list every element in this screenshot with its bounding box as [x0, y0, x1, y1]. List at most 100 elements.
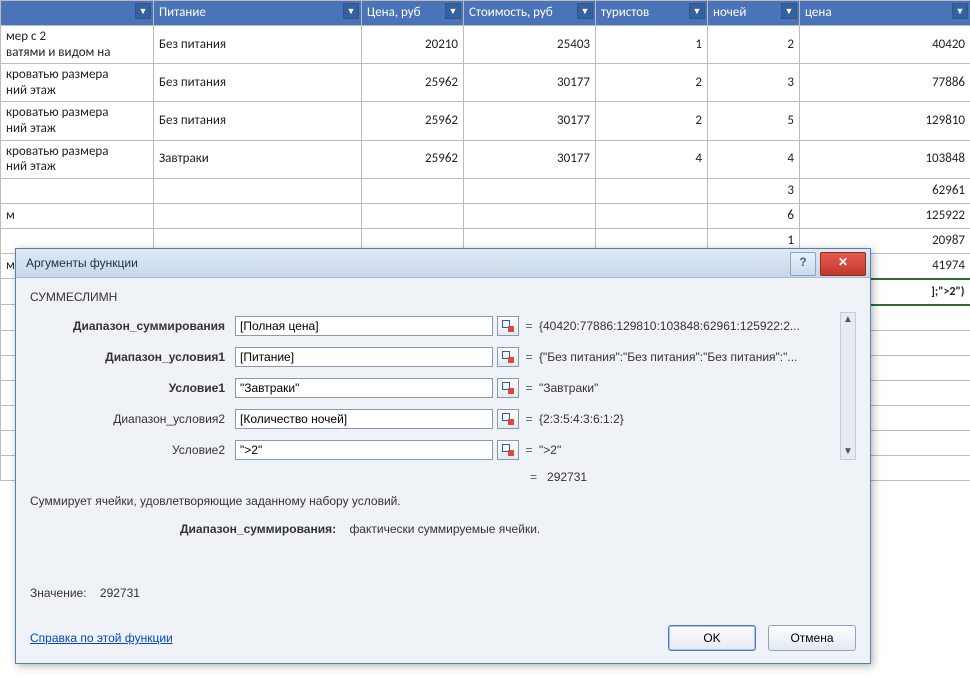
value-label: Значение: [30, 586, 87, 600]
cell[interactable]: 20210 [362, 26, 464, 64]
table-row[interactable]: кроватью размераний этажБез питания25962… [1, 102, 970, 140]
table-row[interactable]: мер с 2ватями и видом наБез питания20210… [1, 26, 970, 64]
table-row[interactable]: кроватью размераний этажЗавтраки25962301… [1, 140, 970, 178]
cell[interactable]: 30177 [464, 64, 596, 102]
header-label: ночей [713, 5, 746, 20]
arg-row: Условие1="Завтраки" [30, 374, 856, 402]
table-row[interactable]: кроватью размераний этажБез питания25962… [1, 64, 970, 102]
arg-eq: = [519, 443, 539, 457]
cell[interactable] [464, 178, 596, 203]
cell[interactable] [362, 203, 464, 228]
range-select-icon [502, 320, 514, 332]
scroll-up-icon[interactable]: ▲ [843, 313, 853, 327]
cell[interactable]: Завтраки [154, 140, 362, 178]
filter-dropdown-icon[interactable]: ▼ [343, 3, 359, 19]
range-select-icon [502, 382, 514, 394]
range-select-button[interactable] [497, 347, 519, 367]
cell[interactable]: 2 [596, 102, 708, 140]
arg-input[interactable] [235, 440, 493, 460]
cell[interactable]: кроватью размераний этаж [1, 64, 154, 102]
header-col1[interactable]: Питание▼ [154, 1, 362, 26]
cell[interactable]: 5 [708, 102, 800, 140]
header-col4[interactable]: туристов▼ [596, 1, 708, 26]
cell[interactable]: 125922 [800, 203, 970, 228]
header-col0[interactable]: ▼ [1, 1, 154, 26]
cell[interactable]: 6 [708, 203, 800, 228]
arg-input[interactable] [235, 316, 493, 336]
arg-result: {2:3:5:4:3:6:1:2} [539, 412, 856, 426]
cell[interactable]: 30177 [464, 140, 596, 178]
range-select-button[interactable] [497, 378, 519, 398]
cell[interactable]: Без питания [154, 64, 362, 102]
cell[interactable] [464, 203, 596, 228]
range-select-button[interactable] [497, 440, 519, 460]
cell[interactable]: 25962 [362, 102, 464, 140]
cell[interactable]: 40420 [800, 26, 970, 64]
filter-dropdown-icon[interactable]: ▼ [445, 3, 461, 19]
cell[interactable] [1, 178, 154, 203]
cell[interactable]: 129810 [800, 102, 970, 140]
cell[interactable] [154, 178, 362, 203]
cell[interactable]: 3 [708, 64, 800, 102]
cell[interactable]: Без питания [154, 102, 362, 140]
table-row[interactable]: м 6125922 [1, 203, 970, 228]
filter-dropdown-icon[interactable]: ▼ [577, 3, 593, 19]
arg-input[interactable] [235, 409, 493, 429]
range-select-button[interactable] [497, 409, 519, 429]
cell[interactable]: 1 [596, 26, 708, 64]
cancel-button[interactable]: Отмена [768, 625, 856, 651]
cell[interactable]: 25962 [362, 64, 464, 102]
range-select-button[interactable] [497, 316, 519, 336]
cell[interactable]: 4 [708, 140, 800, 178]
cell[interactable]: м [1, 203, 154, 228]
table-row[interactable]: 362961 [1, 178, 970, 203]
arg-input[interactable] [235, 378, 493, 398]
header-label: цена [805, 5, 832, 20]
arg-input[interactable] [235, 347, 493, 367]
dialog-titlebar[interactable]: Аргументы функции ? ✕ [16, 249, 870, 278]
cell[interactable]: 2 [596, 64, 708, 102]
cell[interactable]: 30177 [464, 102, 596, 140]
header-col5[interactable]: ночей ▼ [708, 1, 800, 26]
arg-label: Диапазон_условия1 [30, 350, 235, 364]
filter-dropdown-icon[interactable]: ▼ [135, 3, 151, 19]
arg-label: Диапазон_условия2 [30, 412, 235, 426]
filter-dropdown-icon[interactable]: ▼ [689, 3, 705, 19]
scroll-down-icon[interactable]: ▼ [843, 445, 853, 459]
result-value: 292731 [547, 470, 587, 484]
cell[interactable]: 103848 [800, 140, 970, 178]
cell[interactable]: Без питания [154, 26, 362, 64]
function-arguments-dialog: Аргументы функции ? ✕ СУММЕСЛИМН Диапазо… [15, 248, 871, 664]
args-scrollbar[interactable]: ▲ ▼ [840, 312, 856, 460]
arg-result: "Завтраки" [539, 381, 856, 395]
cell[interactable] [596, 203, 708, 228]
arg-row: Диапазон_условия2={2:3:5:4:3:6:1:2} [30, 405, 856, 433]
cell[interactable]: 2 [708, 26, 800, 64]
header-label: Стоимость, руб [469, 5, 553, 20]
cell[interactable]: кроватью размераний этаж [1, 102, 154, 140]
cell[interactable] [596, 178, 708, 203]
cell[interactable]: кроватью размераний этаж [1, 140, 154, 178]
header-col6[interactable]: цена ▼ [800, 1, 970, 26]
filter-dropdown-icon[interactable]: ▼ [952, 3, 968, 19]
cell[interactable] [154, 203, 362, 228]
cell[interactable]: 62961 [800, 178, 970, 203]
cell[interactable]: 25403 [464, 26, 596, 64]
cell[interactable]: 4 [596, 140, 708, 178]
cell[interactable]: мер с 2ватями и видом на [1, 26, 154, 64]
filter-dropdown-icon[interactable]: ▼ [781, 3, 797, 19]
arg-label: Условие2 [30, 443, 235, 457]
help-button[interactable]: ? [790, 252, 816, 276]
ok-button[interactable]: OK [668, 625, 756, 651]
help-link[interactable]: Справка по этой функции [30, 631, 173, 645]
cell[interactable]: 25962 [362, 140, 464, 178]
cell[interactable]: 77886 [800, 64, 970, 102]
arg-eq: = [519, 319, 539, 333]
arg-row: Диапазон_суммирования={40420:77886:12981… [30, 312, 856, 340]
close-button[interactable]: ✕ [820, 252, 866, 276]
header-col3[interactable]: Стоимость, руб ▼ [464, 1, 596, 26]
cell[interactable] [362, 178, 464, 203]
cell[interactable]: 3 [708, 178, 800, 203]
header-col2[interactable]: Цена, руб▼ [362, 1, 464, 26]
arg-result: {"Без питания":"Без питания":"Без питани… [539, 350, 856, 364]
